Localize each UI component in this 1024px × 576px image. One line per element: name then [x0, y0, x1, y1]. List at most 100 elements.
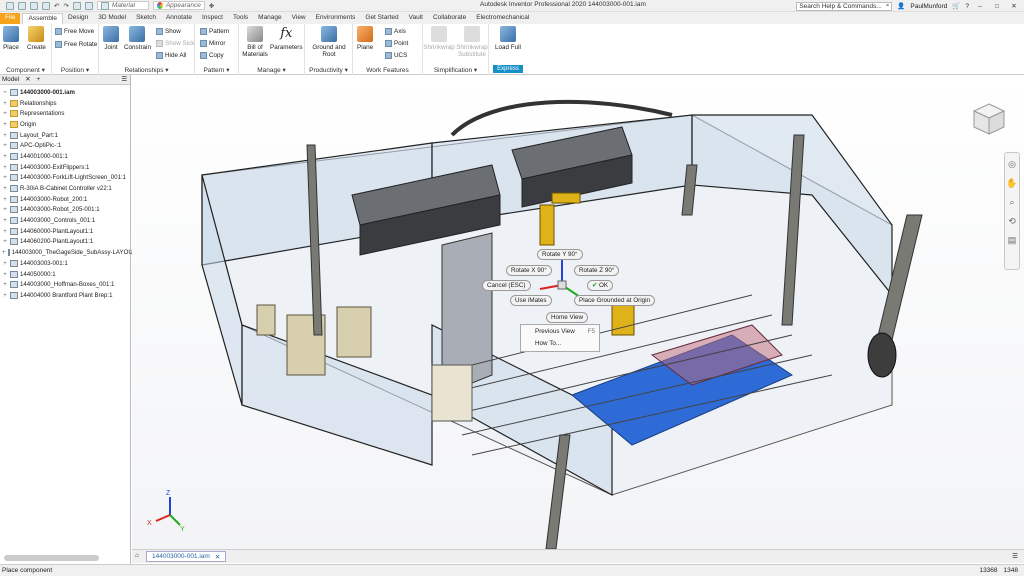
previous-view-item[interactable]: Previous View F5 [521, 325, 599, 337]
tab-inspect[interactable]: Inspect [197, 13, 228, 24]
pan-icon[interactable]: ✋ [1006, 178, 1017, 189]
expand-icon[interactable]: + [2, 174, 8, 181]
plane-button[interactable]: Plane [357, 26, 373, 51]
constrain-button[interactable]: Constrain [124, 26, 151, 51]
collapse-icon[interactable]: − [2, 89, 8, 96]
tab-3d-model[interactable]: 3D Model [93, 13, 131, 24]
browser-menu-icon[interactable]: ☰ [121, 76, 130, 83]
create-button[interactable]: Create [27, 26, 46, 51]
point-button[interactable]: Point [385, 40, 408, 47]
tab-file[interactable]: File [0, 13, 21, 24]
copy-button[interactable]: Copy [200, 52, 224, 59]
tree-node[interactable]: +144003000_Hoffman-Boxes_001:1 [2, 279, 130, 290]
expand-icon[interactable]: + [2, 281, 8, 288]
shrinkwrap-substitute-button[interactable]: Shrinkwrap Substitute [456, 26, 488, 58]
expand-icon[interactable]: + [2, 292, 8, 299]
tab-electromechanical[interactable]: Electromechanical [471, 13, 534, 24]
express-toggle[interactable]: Express [493, 65, 523, 73]
tab-get-started[interactable]: Get Started [360, 13, 403, 24]
search-input[interactable]: Search Help & Commands... ⌕ [796, 1, 893, 11]
expand-icon[interactable]: + [2, 228, 8, 235]
rotate-y-button[interactable]: Rotate Y 90° [537, 249, 583, 260]
maximize-icon[interactable]: □ [991, 3, 1003, 10]
open-icon[interactable] [30, 1, 38, 10]
search-icon[interactable]: ⌕ [886, 2, 890, 10]
place-grounded-button[interactable]: Place Grounded at Origin [574, 295, 656, 306]
new-icon[interactable] [18, 1, 26, 10]
show-sick-button[interactable]: Show Sick [156, 40, 194, 47]
how-to-item[interactable]: How To... [521, 337, 599, 349]
expand-icon[interactable]: + [2, 196, 8, 203]
shrinkwrap-button[interactable]: Shrinkwrap [423, 26, 455, 51]
expand-icon[interactable]: + [2, 132, 8, 139]
bill-of-materials-button[interactable]: Bill of Materials [241, 26, 269, 58]
select-icon[interactable] [84, 1, 93, 10]
panel-label-manage[interactable]: Manage ▾ [239, 66, 304, 74]
tree-node[interactable]: +144003000-Robot_200:1 [2, 194, 130, 205]
expand-icon[interactable]: + [2, 271, 8, 278]
appearance-select[interactable]: Appearance [152, 1, 205, 10]
redo-icon[interactable]: ↷ [63, 2, 68, 10]
cancel-button[interactable]: Cancel (ESC) [482, 280, 531, 291]
user-icon[interactable]: 👤 [897, 2, 905, 10]
panel-label-simplification[interactable]: Simplification ▾ [423, 66, 488, 74]
tree-root[interactable]: − 144003000-001.iam [2, 87, 130, 98]
cart-icon[interactable]: 🛒 [952, 2, 960, 10]
close-browser-icon[interactable]: ✕ [25, 76, 30, 83]
minimize-icon[interactable]: – [974, 3, 986, 10]
app-menu-icon[interactable] [6, 1, 14, 10]
free-rotate-button[interactable]: Free Rotate [55, 41, 97, 48]
tab-design[interactable]: Design [63, 13, 93, 24]
panel-label-position[interactable]: Position ▾ [52, 66, 98, 74]
steering-wheel-icon[interactable]: ◎ [1008, 159, 1016, 170]
axis-button[interactable]: Axis [385, 28, 406, 35]
expand-icon[interactable]: + [2, 110, 8, 117]
panel-label-component[interactable]: Component ▾ [0, 66, 51, 74]
close-tab-icon[interactable]: ✕ [215, 553, 220, 561]
ok-button[interactable]: ✔ OK [587, 280, 614, 291]
free-move-button[interactable]: Free Move [55, 28, 94, 35]
tab-sketch[interactable]: Sketch [131, 13, 161, 24]
close-icon[interactable]: ✕ [1008, 2, 1020, 10]
joint-button[interactable]: Joint [103, 26, 119, 51]
help-icon[interactable]: ? [965, 3, 969, 10]
expand-icon[interactable]: + [2, 185, 8, 192]
add-browser-icon[interactable]: + [36, 76, 40, 83]
tab-assemble[interactable]: Assemble [22, 13, 64, 24]
expand-icon[interactable]: + [2, 142, 8, 149]
tree-node[interactable]: +144060000-PlantLayout1:1 [2, 226, 130, 237]
expand-icon[interactable]: + [2, 153, 8, 160]
tree-node[interactable]: +144004000 Brantford Plant Brep:1 [2, 290, 130, 301]
tab-annotate[interactable]: Annotate [161, 13, 197, 24]
panel-label-pattern[interactable]: Pattern ▾ [195, 66, 238, 74]
expand-icon[interactable]: + [2, 121, 8, 128]
tree-node[interactable]: + Layout_Part:1 [2, 130, 130, 141]
tab-list-icon[interactable]: ☰ [1012, 552, 1018, 560]
ground-and-root-button[interactable]: Ground and Root [309, 26, 349, 58]
tab-manage[interactable]: Manage [253, 13, 287, 24]
zoom-icon[interactable]: ⌕ [1009, 197, 1014, 208]
viewcube[interactable] [970, 100, 1008, 138]
orbit-icon[interactable]: ⟲ [1008, 216, 1016, 227]
expand-icon[interactable]: + [2, 217, 8, 224]
tab-tools[interactable]: Tools [228, 13, 253, 24]
browser-scrollbar[interactable] [4, 555, 99, 561]
tree-node[interactable]: +144003000-ForkLift-LightScreen_001:1 [2, 173, 130, 184]
save-icon[interactable] [42, 1, 50, 10]
graphics-viewport[interactable]: Z X Y Rotate Y 90° Rotate X 90° Rotate Z… [132, 75, 1024, 549]
look-at-icon[interactable]: ▤ [1008, 235, 1017, 246]
load-full-button[interactable]: Load Full [493, 26, 523, 51]
tree-node[interactable]: + APC-OptiPic-:1 [2, 140, 130, 151]
expand-icon[interactable]: + [2, 249, 6, 256]
panel-label-relationships[interactable]: Relationships ▾ [99, 66, 194, 74]
hide-all-button[interactable]: Hide All [156, 52, 186, 59]
browser-tab-model[interactable]: Model [2, 76, 19, 83]
tab-vault[interactable]: Vault [404, 13, 428, 24]
rotate-z-button[interactable]: Rotate Z 90° [574, 265, 620, 276]
expand-icon[interactable]: + [2, 164, 8, 171]
expand-icon[interactable]: + [2, 260, 8, 267]
tree-node[interactable]: +144003000-ExitFlippers:1 [2, 162, 130, 173]
tree-node[interactable]: +144001000-001:1 [2, 151, 130, 162]
expand-icon[interactable]: + [2, 100, 8, 107]
tree-node[interactable]: +144003000_Controls_001:1 [2, 215, 130, 226]
